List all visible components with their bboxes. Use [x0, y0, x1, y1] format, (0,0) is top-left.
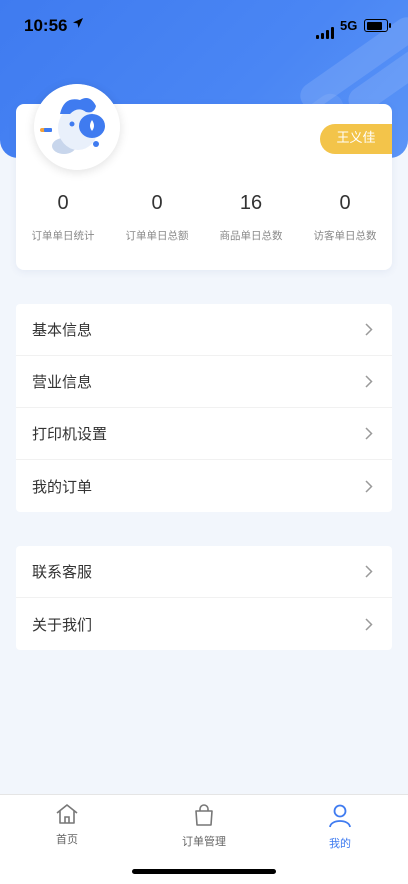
- chevron-right-icon: [362, 617, 376, 631]
- user-name-badge[interactable]: 王义佳: [320, 124, 392, 154]
- menu-item-customer-service[interactable]: 联系客服: [16, 546, 392, 598]
- network-label: 5G: [340, 18, 358, 33]
- menu-item-label: 联系客服: [32, 563, 93, 581]
- status-time: 10:56: [24, 16, 68, 35]
- stat-value: 16: [239, 192, 263, 214]
- tab-label: 首页: [56, 833, 78, 846]
- stat-label: 商品单日总数: [219, 230, 283, 242]
- stat-label: 订单单日总额: [125, 230, 189, 242]
- menu-item-label: 我的订单: [32, 477, 93, 496]
- tab-home[interactable]: 首页: [22, 803, 112, 847]
- location-arrow-icon: [72, 17, 84, 33]
- menu-item-label: 关于我们: [32, 615, 93, 634]
- stat-orders-total[interactable]: 0 订单单日总额: [110, 188, 204, 243]
- battery-icon: [364, 19, 391, 32]
- menu-item-printer-settings[interactable]: 打印机设置: [16, 408, 392, 460]
- menu-item-about-us[interactable]: 关于我们: [16, 598, 392, 650]
- stat-label: 订单单日统计: [31, 230, 95, 242]
- menu-item-basic-info[interactable]: 基本信息: [16, 304, 392, 356]
- home-indicator[interactable]: [132, 869, 276, 874]
- shopping-bag-icon: [192, 804, 216, 831]
- menu-item-label: 营业信息: [32, 373, 93, 391]
- tab-mine[interactable]: 我的: [295, 803, 385, 851]
- stat-orders-count[interactable]: 0 订单单日统计: [16, 188, 110, 243]
- menu-item-business-info[interactable]: 营业信息: [16, 356, 392, 408]
- tab-label: 订单管理: [182, 835, 226, 848]
- tab-order-management[interactable]: 订单管理: [159, 803, 249, 849]
- stat-label: 访客单日总数: [313, 230, 377, 242]
- chevron-right-icon: [362, 427, 376, 441]
- stats-row: 0 订单单日统计 0 订单单日总额 16 商品单日总数 0 访客单日总数: [16, 188, 392, 243]
- menu-item-my-orders[interactable]: 我的订单: [16, 460, 392, 512]
- status-bar: 10:56 5G: [0, 0, 408, 52]
- stat-value: 0: [339, 192, 351, 214]
- stat-products-count[interactable]: 16 商品单日总数: [204, 188, 298, 243]
- home-icon: [55, 804, 79, 829]
- menu-item-label: 基本信息: [32, 321, 93, 339]
- menu-item-label: 打印机设置: [32, 425, 108, 443]
- stat-value: 0: [57, 192, 69, 214]
- chevron-right-icon: [362, 375, 376, 389]
- avatar[interactable]: [34, 84, 120, 170]
- chevron-right-icon: [362, 323, 376, 337]
- menu-secondary: 联系客服 关于我们: [16, 546, 392, 650]
- person-icon: [327, 804, 353, 833]
- signal-icon: [316, 20, 336, 39]
- chevron-right-icon: [362, 565, 376, 579]
- stat-visitors-count[interactable]: 0 访客单日总数: [298, 188, 392, 243]
- chevron-right-icon: [362, 479, 376, 493]
- tab-label: 我的: [329, 837, 351, 850]
- menu-primary: 基本信息 营业信息 打印机设置 我的订单: [16, 304, 392, 512]
- stat-value: 0: [151, 192, 163, 214]
